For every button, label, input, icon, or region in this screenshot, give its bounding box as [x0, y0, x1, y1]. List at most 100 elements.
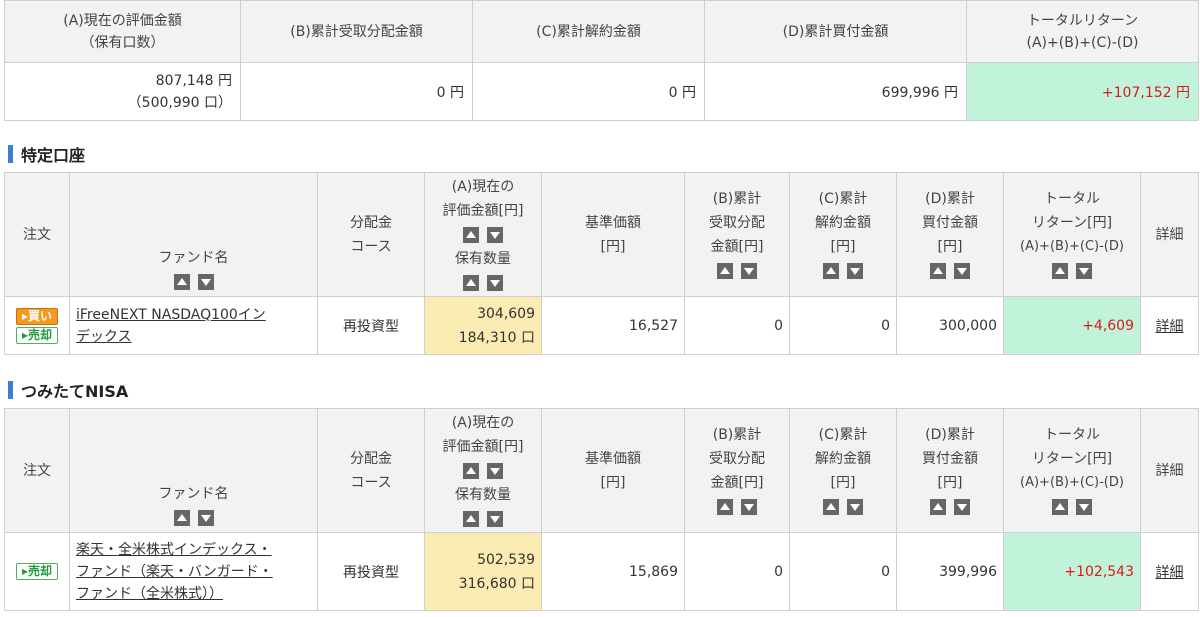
header-text: 基準価額	[585, 450, 641, 467]
header-fund-name: ファンド名	[69, 408, 318, 533]
summary-header-b: (B)累計受取分配金額	[240, 0, 473, 63]
header-text: （保有口数）	[80, 34, 165, 51]
fund-name-link[interactable]: 楽天・全米株式インデックス・ ファンド（楽天・バンガード・ ファンド（全米株式））	[76, 542, 273, 602]
section-bar-icon	[8, 145, 13, 163]
header-text: リターン[円]	[1031, 450, 1113, 467]
sort-asc-icon[interactable]	[823, 262, 839, 279]
holding-units: （500,990 口）	[127, 94, 232, 111]
header-text: [円]	[937, 238, 963, 255]
redemption-cell: 0	[789, 532, 897, 611]
table-row: ▸売却 楽天・全米株式インデックス・ ファンド（楽天・バンガード・ ファンド（全米株…	[4, 532, 1199, 611]
header-text: 解約金額	[815, 450, 871, 467]
section-title-text: つみたてNISA	[21, 382, 129, 401]
header-text: 保有数量	[455, 486, 511, 503]
header-text: 解約金額	[815, 214, 871, 231]
header-redemption: (C)累計 解約金額 [円]	[789, 172, 897, 297]
sort-asc-icon[interactable]	[717, 498, 733, 515]
sort-asc-icon[interactable]	[173, 510, 190, 526]
nisa-fund-table: 注文 ファンド名 分配金 コース (A)現在の 評価金額[円] 保有数量 基準価額…	[4, 408, 1199, 611]
sort-asc-icon[interactable]	[463, 462, 479, 479]
sell-button[interactable]: ▸売却	[16, 563, 58, 580]
header-text: トータル	[1044, 426, 1100, 443]
sort-desc-icon[interactable]	[197, 510, 214, 526]
header-text: (A)+(B)+(C)-(D)	[1020, 474, 1124, 490]
valuation-cell: 502,539 316,680 口	[424, 532, 542, 611]
sort-controls	[170, 274, 218, 294]
sort-desc-icon[interactable]	[954, 262, 970, 279]
sort-desc-icon[interactable]	[487, 462, 503, 479]
summary-header-d: (D)累計買付金額	[704, 0, 967, 63]
summary-value-a: 807,148 円 （500,990 口）	[4, 62, 241, 121]
detail-link[interactable]: 詳細	[1156, 565, 1184, 581]
sort-asc-icon[interactable]	[930, 262, 946, 279]
sort-desc-icon[interactable]	[487, 274, 503, 291]
order-cell: ▸売却	[4, 532, 70, 611]
sort-asc-icon[interactable]	[463, 274, 479, 291]
summary-value-total-return: +107,152 円	[966, 62, 1199, 121]
sort-desc-icon[interactable]	[1076, 498, 1092, 515]
header-fund-name: ファンド名	[69, 172, 318, 297]
header-redemption: (C)累計 解約金額 [円]	[789, 408, 897, 533]
header-text: (D)累計	[925, 190, 975, 207]
header-text: (B)累計	[712, 190, 762, 207]
fund-name-link[interactable]: iFreeNEXT NASDAQ100イン デックス	[76, 307, 266, 345]
course-cell: 再投資型	[317, 296, 425, 355]
sort-desc-icon[interactable]	[847, 262, 863, 279]
sort-asc-icon[interactable]	[930, 498, 946, 515]
sort-desc-icon[interactable]	[197, 274, 214, 290]
detail-link[interactable]: 詳細	[1156, 319, 1184, 335]
sort-desc-icon[interactable]	[741, 498, 757, 515]
sort-controls	[713, 498, 761, 519]
sort-desc-icon[interactable]	[741, 262, 757, 279]
header-text: 金額[円]	[710, 474, 764, 491]
header-valuation: (A)現在の 評価金額[円] 保有数量	[424, 408, 542, 533]
header-nav: 基準価額 [円]	[541, 172, 685, 297]
course-cell: 再投資型	[317, 532, 425, 611]
summary-header-a: (A)現在の評価金額 （保有口数）	[4, 0, 241, 63]
summary-value-c: 0 円	[472, 62, 705, 121]
header-text: 評価金額[円]	[442, 438, 524, 455]
header-text: [円]	[937, 474, 963, 491]
fund-name-text: ファンド（楽天・バンガード・	[76, 563, 273, 580]
buy-button[interactable]: ▸買い	[16, 307, 58, 325]
sort-controls	[1048, 498, 1096, 519]
total-return-cell: +102,543	[1003, 532, 1141, 611]
sort-asc-icon[interactable]	[173, 274, 190, 290]
sort-desc-icon[interactable]	[487, 510, 503, 527]
header-text: 受取分配	[709, 450, 765, 467]
sort-asc-icon[interactable]	[1052, 262, 1068, 279]
header-total-return: トータル リターン[円] (A)+(B)+(C)-(D)	[1003, 172, 1141, 297]
sort-desc-icon[interactable]	[847, 498, 863, 515]
header-text: (A)現在の	[451, 178, 515, 195]
sort-asc-icon[interactable]	[1052, 498, 1068, 515]
purchase-cell: 399,996	[896, 532, 1004, 611]
sort-asc-icon[interactable]	[717, 262, 733, 279]
header-text: (A)現在の評価金額	[63, 12, 182, 29]
header-text: (D)累計	[925, 426, 975, 443]
header-purchase: (D)累計 買付金額 [円]	[896, 172, 1004, 297]
header-text: 評価金額[円]	[442, 202, 524, 219]
header-course: 分配金 コース	[317, 408, 425, 533]
sort-controls	[459, 462, 507, 483]
sort-asc-icon[interactable]	[823, 498, 839, 515]
section-title-tokutei: 特定口座	[8, 142, 85, 166]
header-text: トータル	[1044, 190, 1100, 207]
header-text: 保有数量	[455, 250, 511, 267]
valuation-amount: 304,609	[477, 305, 535, 322]
fund-name-cell: iFreeNEXT NASDAQ100イン デックス	[69, 296, 318, 355]
valuation-amount: 502,539	[477, 551, 535, 568]
sort-asc-icon[interactable]	[463, 226, 479, 243]
sort-desc-icon[interactable]	[1076, 262, 1092, 279]
header-text: コース	[350, 474, 392, 491]
sort-desc-icon[interactable]	[954, 498, 970, 515]
sort-desc-icon[interactable]	[487, 226, 503, 243]
header-text: ファンド名	[158, 250, 229, 266]
header-order: 注文	[4, 408, 70, 533]
sell-button[interactable]: ▸売却	[16, 326, 58, 344]
header-text: (B)累計	[712, 426, 762, 443]
header-distribution: (B)累計 受取分配 金額[円]	[684, 172, 790, 297]
sort-asc-icon[interactable]	[463, 510, 479, 527]
header-text: (C)累計	[818, 190, 868, 207]
tokutei-fund-table: 注文 ファンド名 分配金 コース (A)現在の 評価金額[円] 保有数量 基準価額…	[4, 172, 1199, 355]
table-header-row: 注文 ファンド名 分配金 コース (A)現在の 評価金額[円] 保有数量 基準価額…	[4, 408, 1199, 533]
